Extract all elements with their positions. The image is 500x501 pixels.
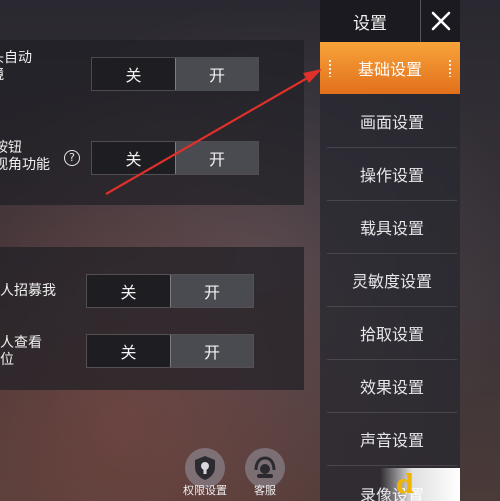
annotation-arrow: [105, 69, 322, 195]
watermark: [380, 468, 460, 501]
watermark-logo: d: [396, 470, 415, 500]
